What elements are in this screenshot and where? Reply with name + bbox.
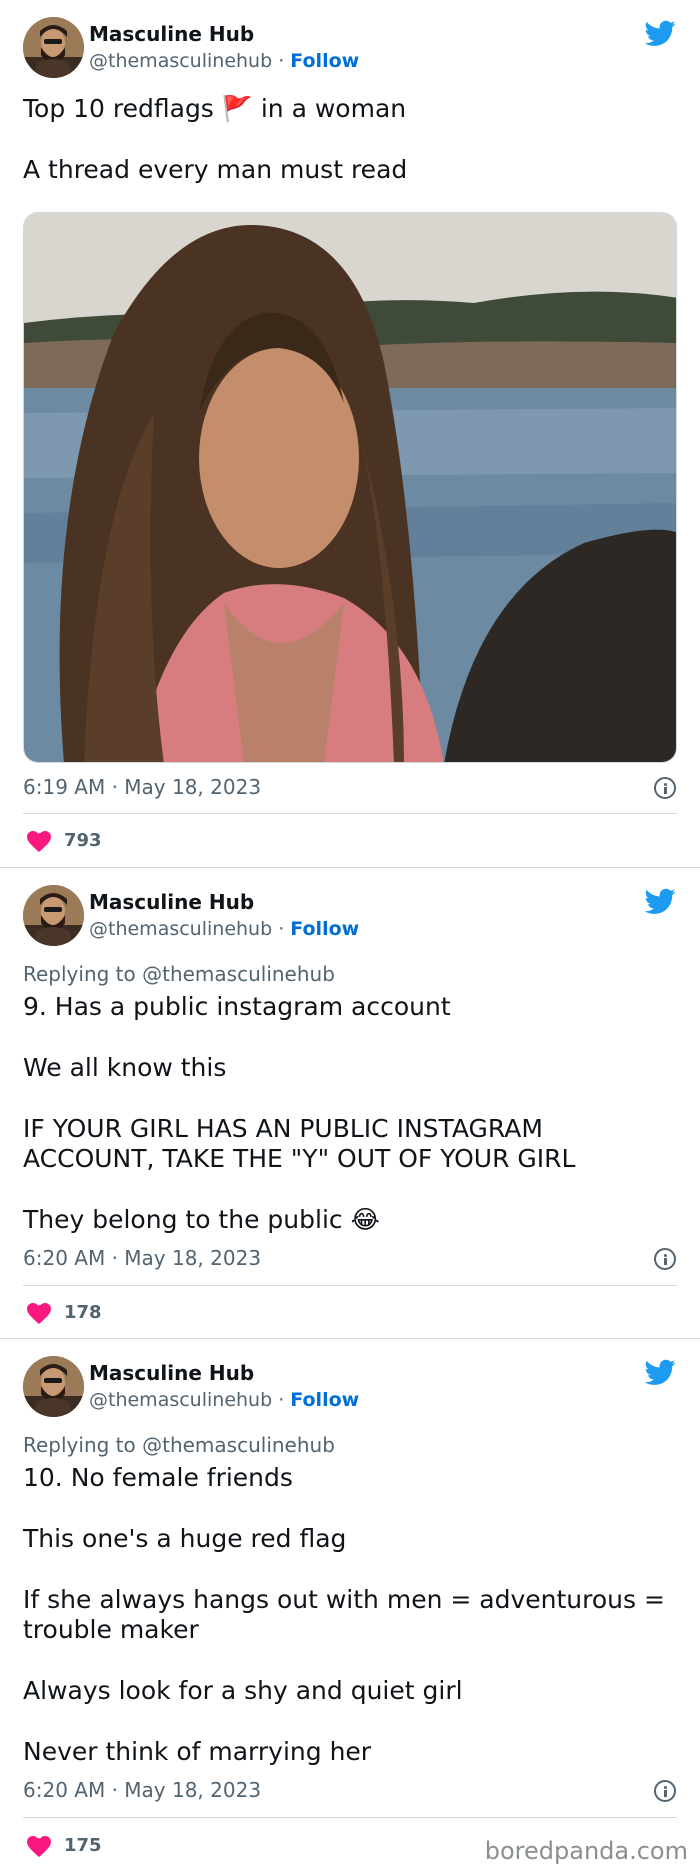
tweet-text-line: Always look for a shy and quiet girl — [23, 1676, 463, 1705]
tweet-text-line: ACCOUNT, TAKE THE "Y" OUT OF YOUR GIRL — [23, 1144, 576, 1173]
tweet-text-line: If she always hangs out with men = adven… — [23, 1585, 665, 1614]
info-icon[interactable] — [654, 1780, 676, 1802]
account-name[interactable]: Masculine Hub — [89, 22, 254, 46]
divider — [23, 1817, 677, 1818]
separator: · — [278, 918, 285, 940]
divider — [23, 813, 677, 814]
photo-illustration — [24, 213, 676, 762]
account-handle[interactable]: @themasculinehub — [89, 918, 272, 940]
timestamp[interactable]: 6:20 AM · May 18, 2023 — [23, 1246, 261, 1270]
tweet-text-line: 9. Has a public instagram account — [23, 992, 451, 1021]
handle-row: @themasculinehub · Follow — [89, 1389, 359, 1411]
tweet-text-line: Top 10 redflags 🚩 in a woman — [23, 94, 407, 123]
timestamp[interactable]: 6:20 AM · May 18, 2023 — [23, 1778, 261, 1802]
follow-button[interactable]: Follow — [290, 50, 359, 72]
tweet-text-line: A thread every man must read — [23, 155, 408, 184]
tweet-photo[interactable] — [23, 212, 677, 763]
like-count: 793 — [64, 830, 102, 851]
watermark: boredpanda.com — [484, 1837, 688, 1865]
account-name[interactable]: Masculine Hub — [89, 890, 254, 914]
heart-icon[interactable] — [27, 1303, 51, 1324]
avatar[interactable] — [23, 17, 84, 78]
handle-row: @themasculinehub · Follow — [89, 918, 359, 940]
tweet-text-line: 10. No female friends — [23, 1463, 293, 1492]
tweet-text-line: trouble maker — [23, 1615, 199, 1644]
tweet-text-line: IF YOUR GIRL HAS AN PUBLIC INSTAGRAM — [23, 1114, 543, 1143]
account-name[interactable]: Masculine Hub — [89, 1361, 254, 1385]
twitter-bird-icon[interactable] — [645, 888, 676, 915]
follow-button[interactable]: Follow — [290, 918, 359, 940]
account-handle[interactable]: @themasculinehub — [89, 1389, 272, 1411]
twitter-bird-icon[interactable] — [645, 20, 676, 47]
replying-to[interactable]: Replying to @themasculinehub — [23, 962, 335, 986]
follow-button[interactable]: Follow — [290, 1389, 359, 1411]
separator: · — [278, 1389, 285, 1411]
tweet-text-line: Never think of marrying her — [23, 1737, 372, 1766]
tweet-1: Masculine Hub @themasculinehub · Follow … — [0, 0, 700, 868]
tweet-text-line: We all know this — [23, 1053, 227, 1082]
info-icon[interactable] — [654, 777, 676, 799]
twitter-bird-icon[interactable] — [645, 1359, 676, 1386]
avatar[interactable] — [23, 1356, 84, 1417]
like-count: 178 — [64, 1302, 102, 1323]
divider — [23, 1285, 677, 1286]
heart-icon[interactable] — [27, 1836, 51, 1857]
tweet-text-line: They belong to the public 😂 — [23, 1205, 380, 1234]
account-handle[interactable]: @themasculinehub — [89, 50, 272, 72]
tweet-text-line: This one's a huge red flag — [23, 1524, 347, 1553]
avatar[interactable] — [23, 885, 84, 946]
info-icon[interactable] — [654, 1248, 676, 1270]
like-count: 175 — [64, 1835, 102, 1856]
handle-row: @themasculinehub · Follow — [89, 50, 359, 72]
tweet-3: Masculine Hub @themasculinehub · Follow … — [0, 1339, 700, 1871]
tweet-2: Masculine Hub @themasculinehub · Follow … — [0, 868, 700, 1339]
separator: · — [278, 50, 285, 72]
replying-to[interactable]: Replying to @themasculinehub — [23, 1433, 335, 1457]
timestamp[interactable]: 6:19 AM · May 18, 2023 — [23, 775, 261, 799]
heart-icon[interactable] — [27, 831, 51, 852]
